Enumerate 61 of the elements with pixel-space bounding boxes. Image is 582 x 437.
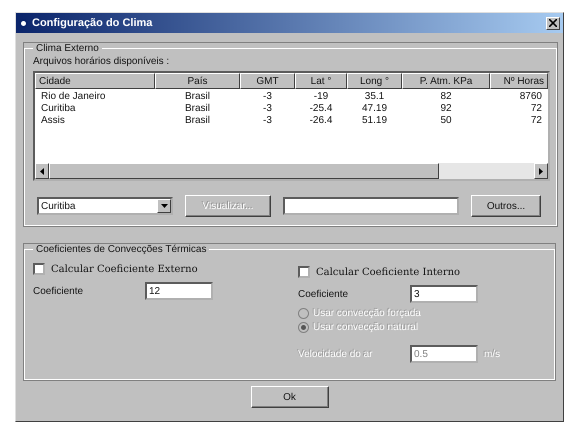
coefficient-label: Coeficiente	[298, 288, 350, 300]
checkbox-label: Calcular Coeficiente Externo	[51, 264, 198, 274]
table-cell-text: -25.4	[308, 103, 334, 115]
coefficient-label: Coeficiente	[33, 286, 84, 296]
files-label: Arquivos horários disponíveis :	[33, 56, 170, 67]
table-cell-text: -26.4	[308, 115, 334, 127]
table-row[interactable]: Curitiba Brasil -3 -25.4 47.19 92 72	[35, 103, 548, 115]
group-title: Coeficientes de Convecções Térmicas	[35, 244, 208, 255]
dropdown-arrow-icon	[160, 204, 168, 208]
column-header[interactable]: Cidade	[35, 73, 155, 89]
window-title: Configuração do Clima	[32, 17, 154, 29]
table-cell-text: -3	[262, 91, 273, 103]
app-icon	[19, 18, 28, 28]
table-cell-text: Rio de Janeiro	[40, 91, 106, 103]
table-row[interactable]: Assis Brasil -3 -26.4 51.19 50 72	[35, 115, 548, 127]
group-title: Clima Externo	[35, 43, 100, 54]
path-field[interactable]	[283, 197, 459, 215]
column-header[interactable]: Lat °	[295, 73, 347, 89]
table-cell-text: 92	[439, 103, 453, 115]
table-cell-text: 82	[439, 91, 453, 103]
table-cell-text: -3	[262, 115, 273, 127]
table-cell-text: 72	[530, 115, 543, 127]
others-button[interactable]: Outros...	[471, 195, 541, 217]
table-cell-text: -19	[312, 91, 330, 103]
checkbox[interactable]	[33, 263, 45, 275]
coefficient-field[interactable]: 12	[145, 282, 213, 300]
ok-button[interactable]: Ok	[250, 386, 328, 408]
radio-label: Usar convecção natural	[313, 322, 418, 332]
checkbox-label: Calcular Coeficiente Interno	[316, 266, 460, 278]
table-row[interactable]: Rio de Janeiro Brasil -3 -19 35.1 82 8760	[35, 91, 548, 103]
column-header[interactable]: P. Atm. KPa	[402, 73, 490, 89]
table-cell-text: Assis	[40, 115, 66, 127]
table-cell-text: Brasil	[184, 115, 211, 127]
close-button[interactable]	[546, 16, 560, 30]
scroll-thumb[interactable]	[49, 163, 439, 179]
column-header[interactable]: GMT	[240, 73, 295, 89]
column-header[interactable]: País	[155, 73, 240, 89]
scroll-right-button[interactable]	[534, 163, 548, 179]
unit-label: m/s	[484, 348, 500, 360]
scroll-left-button[interactable]	[35, 163, 49, 179]
coefficient-field[interactable]: 3	[410, 285, 478, 303]
table-cell-text: 8760	[518, 91, 543, 103]
table-cell-text: Curitiba	[40, 103, 76, 115]
table-cell-text: 51.19	[360, 115, 388, 127]
table-cell-text: 50	[439, 115, 453, 127]
city-dropdown[interactable]: Curitiba	[37, 197, 173, 215]
speed-label: Velocidade do ar	[298, 348, 374, 360]
column-header[interactable]: Nº Horas	[490, 73, 548, 89]
table-cell-text: 47.19	[360, 103, 388, 115]
checkbox[interactable]	[298, 266, 310, 278]
table-cell-text: 72	[530, 103, 543, 115]
radio-label: Usar convecção forçada	[313, 308, 421, 318]
table-cell-text: Brasil	[184, 91, 211, 103]
table-cell-text: -3	[262, 103, 273, 115]
left-arrow-icon	[40, 168, 44, 174]
column-header[interactable]: Long °	[347, 73, 402, 89]
right-arrow-icon	[539, 168, 543, 174]
close-icon	[549, 19, 557, 27]
table-cell-text: Brasil	[184, 103, 211, 115]
table-cell-text: 35.1	[364, 91, 386, 103]
horizontal-scrollbar[interactable]	[35, 163, 548, 179]
